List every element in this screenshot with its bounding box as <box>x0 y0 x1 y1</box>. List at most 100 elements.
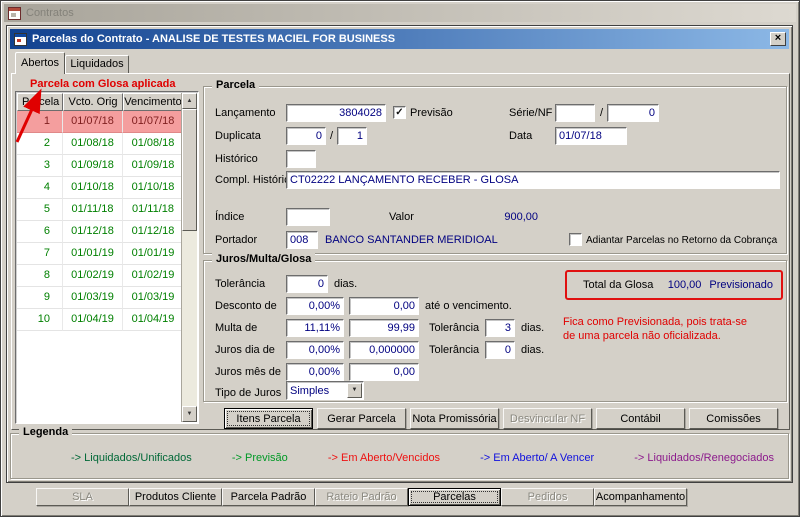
desconto-valor-input[interactable] <box>349 297 419 315</box>
duplicata-label: Duplicata <box>215 130 261 142</box>
table-cell: 01/10/18 <box>63 177 123 199</box>
indice-label: Índice <box>215 211 245 223</box>
previsionada-line2: de uma parcela não oficializada. <box>563 330 721 342</box>
dialog-titlebar: Parcelas do Contrato - ANALISE DE TESTES… <box>10 29 789 49</box>
multa-valor-input[interactable] <box>349 319 419 337</box>
juros-mes-valor-input[interactable] <box>349 363 419 381</box>
table-row[interactable]: 4 01/10/18 01/10/18 <box>17 177 183 199</box>
valor-label: Valor <box>389 211 414 223</box>
legenda-title: Legenda <box>19 426 73 438</box>
tab-abertos[interactable]: Abertos <box>15 52 65 74</box>
action-button-row: Itens Parcela Gerar Parcela Nota Promissór… <box>224 408 778 429</box>
rateio-padrao-button[interactable]: Rateio Padrão <box>315 488 408 506</box>
desconto-label: Desconto de <box>215 300 277 312</box>
total-glosa-status: Previsionado <box>709 279 773 291</box>
multa-pct-input[interactable] <box>286 319 344 337</box>
previsionada-annotation: Fica como Previsionada, pois trata-se de… <box>563 315 747 343</box>
serie-nf-number-input[interactable] <box>607 104 659 122</box>
tipo-juros-select[interactable]: Simples ▼ <box>286 381 364 400</box>
tipo-juros-label: Tipo de Juros <box>215 387 282 399</box>
table-cell: 01/02/19 <box>123 265 183 287</box>
compl-historico-input[interactable] <box>286 171 780 189</box>
ate-vencimento-label: até o vencimento. <box>425 300 512 312</box>
parcela-group-title: Parcela <box>212 79 260 91</box>
portador-label: Portador <box>215 234 258 246</box>
table-cell: 01/12/18 <box>123 221 183 243</box>
produtos-cliente-button[interactable]: Produtos Cliente <box>129 488 222 506</box>
compl-historico-label: Compl. Histórico <box>215 174 296 186</box>
historico-input[interactable] <box>286 150 316 168</box>
comissoes-button[interactable]: Comissões <box>689 408 778 429</box>
total-glosa-box: Total da Glosa 100,00 Previsionado <box>565 270 783 300</box>
previsao-checkbox[interactable]: ✓ <box>393 106 406 119</box>
duplicata-input[interactable] <box>286 127 326 145</box>
scroll-thumb[interactable] <box>182 109 197 231</box>
table-row[interactable]: 10 01/04/19 01/04/19 <box>17 309 183 331</box>
table-cell: 01/01/19 <box>123 243 183 265</box>
desvincular-nf-button[interactable]: Desvincular NF <box>503 408 592 429</box>
lancamento-label: Lançamento <box>215 107 276 119</box>
grid-scrollbar[interactable]: ▲ ▼ <box>181 93 197 422</box>
multa-label: Multa de <box>215 322 258 334</box>
table-cell: 7 <box>17 243 63 265</box>
sla-button[interactable]: SLA <box>36 488 129 506</box>
table-cell: 01/04/19 <box>63 309 123 331</box>
multa-tolerancia-input[interactable] <box>485 319 515 337</box>
total-glosa-label: Total da Glosa <box>583 279 654 291</box>
table-cell: 01/03/19 <box>123 287 183 309</box>
tolerancia-input[interactable] <box>286 275 328 293</box>
table-row[interactable]: 7 01/01/19 01/01/19 <box>17 243 183 265</box>
itens-parcela-button[interactable]: Itens Parcela <box>224 408 313 429</box>
pedidos-button[interactable]: Pedidos <box>501 488 594 506</box>
juros-mes-pct-input[interactable] <box>286 363 344 381</box>
close-icon[interactable]: × <box>770 32 786 46</box>
tipo-juros-value: Simples <box>290 384 330 397</box>
previsionada-line1: Fica como Previsionada, pois trata-se <box>563 316 748 328</box>
parcela-group: Parcela Lançamento ✓ Previsão Série/NF /… <box>203 79 787 254</box>
bottom-toolbar: SLA Produtos Cliente Parcela Padrão Rateio … <box>36 488 687 506</box>
juros-dia-label: Juros dia de <box>215 344 275 356</box>
serie-nf-input[interactable] <box>555 104 595 122</box>
adiantar-checkbox[interactable] <box>569 233 582 246</box>
column-header-vcto-orig[interactable]: Vcto. Orig <box>63 93 123 111</box>
table-row[interactable]: 5 01/11/18 01/11/18 <box>17 199 183 221</box>
contabil-button[interactable]: Contábil <box>596 408 685 429</box>
tab-liquidados[interactable]: Liquidados <box>65 55 129 73</box>
data-input[interactable] <box>555 127 627 145</box>
lancamento-input[interactable] <box>286 104 386 122</box>
outer-titlebar: Contratos <box>4 4 796 22</box>
scroll-down-icon[interactable]: ▼ <box>182 406 197 422</box>
total-glosa-value: 100,00 <box>667 279 702 291</box>
indice-input[interactable] <box>286 208 330 226</box>
column-header-vencimento[interactable]: Vencimento <box>123 93 183 111</box>
portador-input[interactable] <box>286 231 318 249</box>
table-cell: 01/08/18 <box>63 133 123 155</box>
table-cell: 01/12/18 <box>63 221 123 243</box>
table-row[interactable]: 9 01/03/19 01/03/19 <box>17 287 183 309</box>
serie-nf-label: Série/NF <box>509 107 553 119</box>
juros-dia-tolerancia-input[interactable] <box>485 341 515 359</box>
nota-promissoria-button[interactable]: Nota Promissória <box>410 408 499 429</box>
table-cell: 01/09/18 <box>63 155 123 177</box>
table-cell: 01/10/18 <box>123 177 183 199</box>
chevron-down-icon[interactable]: ▼ <box>347 383 362 398</box>
juros-dia-tolerancia-label: Tolerância <box>429 344 480 356</box>
table-row[interactable]: 6 01/12/18 01/12/18 <box>17 221 183 243</box>
multa-dias-label: dias. <box>521 322 545 334</box>
table-row[interactable]: 8 01/02/19 01/02/19 <box>17 265 183 287</box>
adiantar-label: Adiantar Parcelas no Retorno da Cobrança <box>586 235 778 246</box>
desconto-pct-input[interactable] <box>286 297 344 315</box>
gerar-parcela-button[interactable]: Gerar Parcela <box>317 408 406 429</box>
historico-label: Histórico <box>215 153 258 165</box>
juros-dia-pct-input[interactable] <box>286 341 344 359</box>
legend-items: -> Liquidados/Unificados -> Previsão -> Em… <box>71 452 774 464</box>
serie-nf-slash: / <box>600 107 604 119</box>
scroll-up-icon[interactable]: ▲ <box>182 93 197 109</box>
juros-dia-valor-input[interactable] <box>349 341 419 359</box>
acompanhamento-button[interactable]: Acompanhamento <box>594 488 687 506</box>
table-row[interactable]: 3 01/09/18 01/09/18 <box>17 155 183 177</box>
parcelas-button[interactable]: Parcelas <box>408 488 501 506</box>
legend-item-liquidados-renegociados: -> Liquidados/Renegociados <box>634 452 774 464</box>
duplicata-seq-input[interactable] <box>337 127 367 145</box>
parcela-padrao-button[interactable]: Parcela Padrão <box>222 488 315 506</box>
